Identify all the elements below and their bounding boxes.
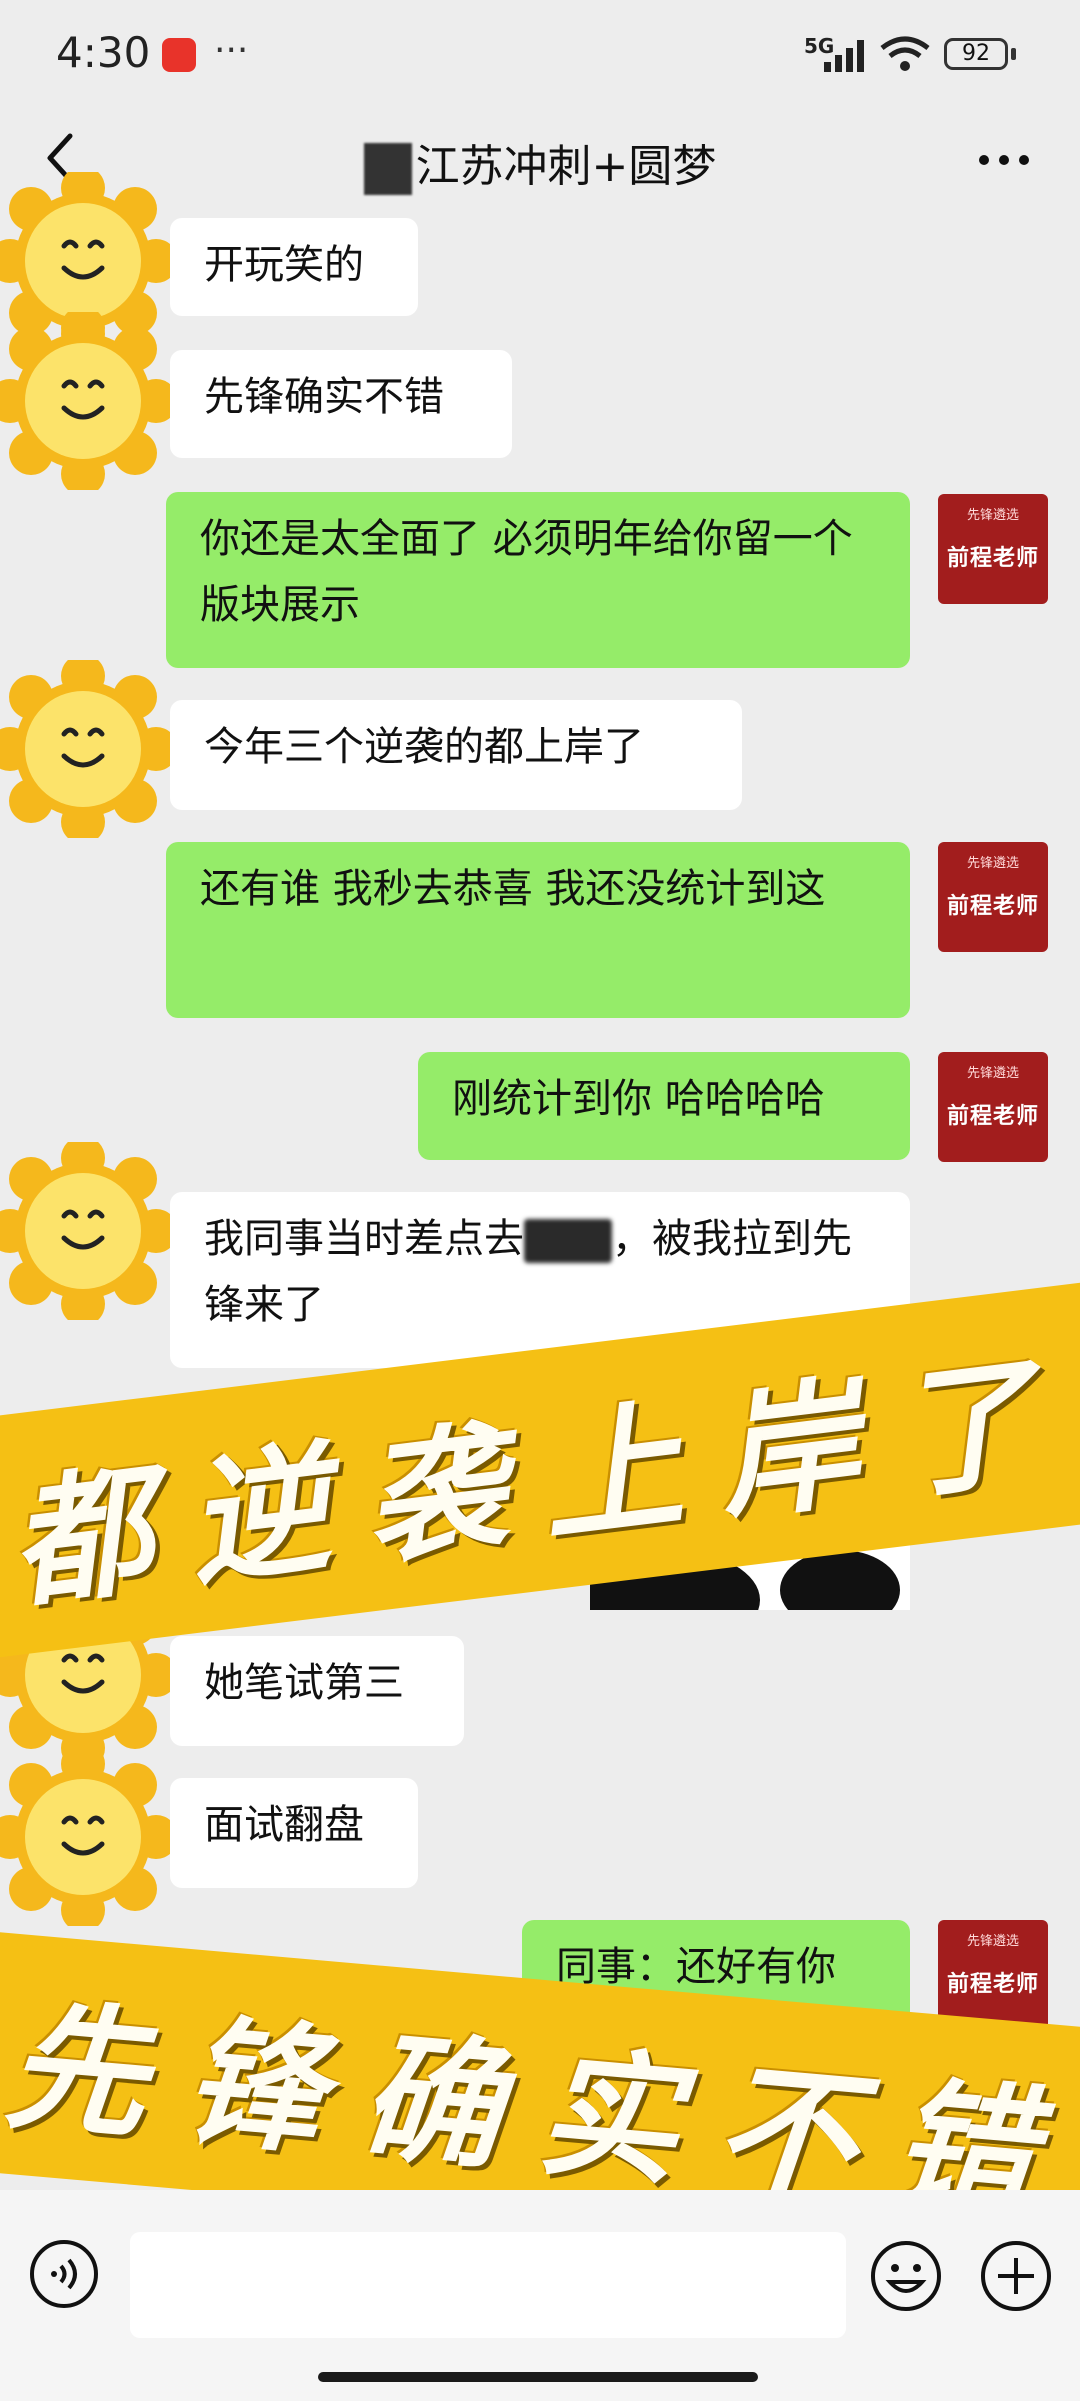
- more-notifications-indicator: ···: [214, 30, 249, 71]
- teacher-avatar-label: 前程老师: [946, 893, 1039, 919]
- message-bubble[interactable]: 还有谁 我秒去恭喜 我还没统计到这: [166, 842, 910, 1018]
- message-bubble[interactable]: 开玩笑的: [170, 218, 418, 316]
- teacher-avatar-label: 前程老师: [946, 1971, 1039, 1997]
- message-bubble[interactable]: 今年三个逆袭的都上岸了: [170, 700, 742, 810]
- message-bubble[interactable]: 你还是太全面了 必须明年给你留一个版块展示: [166, 492, 910, 668]
- status-bar: 4:30 ··· 5G 92: [0, 0, 1080, 110]
- chat-title-text: 江苏冲刺+圆梦: [415, 141, 717, 192]
- message-bubble[interactable]: 先锋确实不错: [170, 350, 512, 458]
- teacher-avatar-label: 前程老师: [946, 545, 1039, 571]
- sender-avatar[interactable]: [0, 312, 172, 490]
- redacted-block: [524, 1219, 612, 1263]
- battery-indicator: 92: [944, 38, 1008, 70]
- sender-avatar[interactable]: [0, 660, 172, 838]
- status-time: 4:30: [56, 28, 151, 77]
- app-notification-icon: [162, 38, 196, 72]
- teacher-avatar-label: 前程老师: [946, 1103, 1039, 1129]
- message-text: 我同事当时差点去: [204, 1216, 524, 1262]
- home-indicator[interactable]: [318, 2372, 758, 2382]
- teacher-avatar[interactable]: 先锋遴选 前程老师: [938, 842, 1048, 952]
- redacted-block: [363, 143, 412, 195]
- emoji-icon[interactable]: [868, 2238, 944, 2314]
- voice-input-button[interactable]: [28, 2238, 100, 2310]
- teacher-avatar-logo: 先锋遴选: [966, 856, 1019, 871]
- sender-avatar[interactable]: [0, 1142, 172, 1320]
- message-bubble[interactable]: 面试翻盘: [170, 1778, 418, 1888]
- message-bubble[interactable]: 她笔试第三: [170, 1636, 464, 1746]
- signal-icon: [824, 40, 864, 72]
- more-options-button[interactable]: [974, 140, 1034, 180]
- message-bubble[interactable]: 刚统计到你 哈哈哈哈: [418, 1052, 910, 1160]
- teacher-avatar-logo: 先锋遴选: [966, 508, 1019, 523]
- teacher-avatar-logo: 先锋遴选: [966, 1066, 1019, 1081]
- sender-avatar[interactable]: [0, 1748, 172, 1926]
- message-input[interactable]: [130, 2232, 846, 2338]
- teacher-avatar[interactable]: 先锋遴选 前程老师: [938, 1052, 1048, 1162]
- teacher-avatar[interactable]: 先锋遴选 前程老师: [938, 494, 1048, 604]
- wifi-icon: [880, 36, 930, 71]
- battery-tip: [1011, 48, 1016, 60]
- teacher-avatar-logo: 先锋遴选: [966, 1934, 1019, 1949]
- teacher-avatar[interactable]: 先锋遴选 前程老师: [938, 1920, 1048, 2030]
- add-attachment-button[interactable]: [978, 2238, 1054, 2314]
